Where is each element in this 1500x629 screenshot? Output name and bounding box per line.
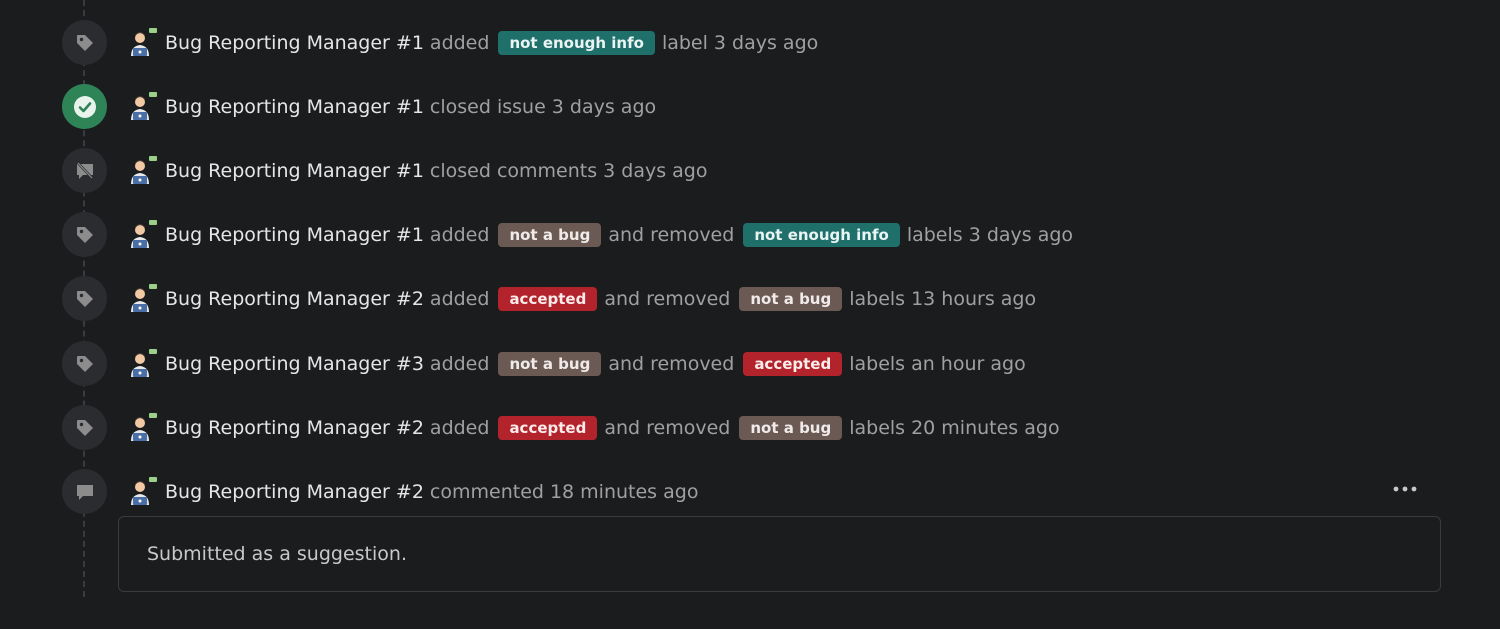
- event-description: Bug Reporting Manager #3 added not a bug…: [165, 341, 1032, 386]
- event-action: labels: [849, 352, 906, 375]
- author-link[interactable]: Bug Reporting Manager #1: [165, 96, 424, 118]
- author-link[interactable]: Bug Reporting Manager #1: [165, 224, 424, 246]
- avatar[interactable]: [128, 155, 158, 185]
- issue-timeline: Bug Reporting Manager #1 added not enoug…: [0, 0, 1500, 629]
- event-action: labels: [906, 223, 963, 246]
- label-accepted[interactable]: accepted: [498, 415, 598, 440]
- event-action: and removed: [608, 352, 735, 375]
- label-not-a-bug[interactable]: not a bug: [739, 415, 843, 440]
- avatar[interactable]: [128, 412, 158, 442]
- avatar[interactable]: [128, 283, 158, 313]
- event-action: added: [429, 287, 490, 310]
- event-timestamp[interactable]: 18 minutes ago: [550, 481, 699, 503]
- event-action: added: [429, 31, 490, 54]
- event-action: commented: [429, 480, 544, 503]
- event-description: Bug Reporting Manager #1 added not a bug…: [165, 212, 1079, 257]
- check-circle-icon: [62, 84, 107, 129]
- event-description: Bug Reporting Manager #1 closed comments…: [165, 148, 713, 193]
- timeline-event: Bug Reporting Manager #1 added not a bug…: [0, 212, 1500, 258]
- event-timestamp[interactable]: an hour ago: [911, 353, 1026, 375]
- tag-icon: [62, 212, 107, 257]
- event-timestamp[interactable]: 3 days ago: [714, 32, 818, 54]
- tag-icon: [62, 20, 107, 65]
- event-action: added: [429, 223, 490, 246]
- timeline-event: Bug Reporting Manager #2 added accepted …: [0, 405, 1500, 451]
- event-action: and removed: [608, 223, 735, 246]
- event-timestamp[interactable]: 20 minutes ago: [911, 417, 1060, 439]
- event-description: Bug Reporting Manager #1 added not enoug…: [165, 20, 824, 65]
- comment-icon: [62, 469, 107, 514]
- label-accepted[interactable]: accepted: [498, 286, 598, 311]
- event-action: label: [661, 31, 708, 54]
- timeline-event: Bug Reporting Manager #3 added not a bug…: [0, 341, 1500, 387]
- avatar[interactable]: [128, 348, 158, 378]
- avatar[interactable]: [128, 476, 158, 506]
- tag-icon: [62, 276, 107, 321]
- event-action: labels: [849, 287, 906, 310]
- event-action: closed comments: [429, 159, 598, 182]
- timeline-event: Bug Reporting Manager #1 closed issue 3 …: [0, 84, 1500, 130]
- event-description: Bug Reporting Manager #2 added accepted …: [165, 405, 1066, 450]
- event-action: and removed: [604, 416, 731, 439]
- avatar[interactable]: [128, 219, 158, 249]
- comment-slash-icon: [62, 148, 107, 193]
- timeline-event: Bug Reporting Manager #2 added accepted …: [0, 276, 1500, 322]
- event-action: labels: [849, 416, 906, 439]
- event-timestamp[interactable]: 3 days ago: [969, 224, 1073, 246]
- tag-icon: [62, 341, 107, 386]
- label-not-a-bug[interactable]: not a bug: [498, 351, 602, 376]
- event-timestamp[interactable]: 3 days ago: [603, 160, 707, 182]
- comment-body: Submitted as a suggestion.: [118, 516, 1441, 592]
- label-not-enough-info[interactable]: not enough info: [498, 30, 655, 55]
- label-not-a-bug[interactable]: not a bug: [498, 222, 602, 247]
- timeline-comment: Bug Reporting Manager #2 commented 18 mi…: [0, 469, 1500, 515]
- more-options-button[interactable]: [1390, 478, 1420, 500]
- event-action: closed issue: [429, 95, 546, 118]
- comment-text: Submitted as a suggestion.: [147, 543, 407, 565]
- ellipsis-icon: [1393, 486, 1417, 492]
- event-description: Bug Reporting Manager #1 closed issue 3 …: [165, 84, 662, 129]
- event-action: and removed: [604, 287, 731, 310]
- event-timestamp[interactable]: 3 days ago: [552, 96, 656, 118]
- timeline-event: Bug Reporting Manager #1 added not enoug…: [0, 20, 1500, 66]
- event-action: added: [429, 416, 490, 439]
- author-link[interactable]: Bug Reporting Manager #2: [165, 481, 424, 503]
- event-description: Bug Reporting Manager #2 commented 18 mi…: [165, 469, 704, 514]
- author-link[interactable]: Bug Reporting Manager #2: [165, 417, 424, 439]
- author-link[interactable]: Bug Reporting Manager #3: [165, 353, 424, 375]
- event-description: Bug Reporting Manager #2 added accepted …: [165, 276, 1042, 321]
- author-link[interactable]: Bug Reporting Manager #2: [165, 288, 424, 310]
- label-not-a-bug[interactable]: not a bug: [739, 286, 843, 311]
- label-accepted[interactable]: accepted: [743, 351, 843, 376]
- timeline-event: Bug Reporting Manager #1 closed comments…: [0, 148, 1500, 194]
- author-link[interactable]: Bug Reporting Manager #1: [165, 160, 424, 182]
- event-action: added: [429, 352, 490, 375]
- author-link[interactable]: Bug Reporting Manager #1: [165, 32, 424, 54]
- avatar[interactable]: [128, 27, 158, 57]
- avatar[interactable]: [128, 91, 158, 121]
- label-not-enough-info[interactable]: not enough info: [743, 222, 900, 247]
- tag-icon: [62, 405, 107, 450]
- event-timestamp[interactable]: 13 hours ago: [911, 288, 1036, 310]
